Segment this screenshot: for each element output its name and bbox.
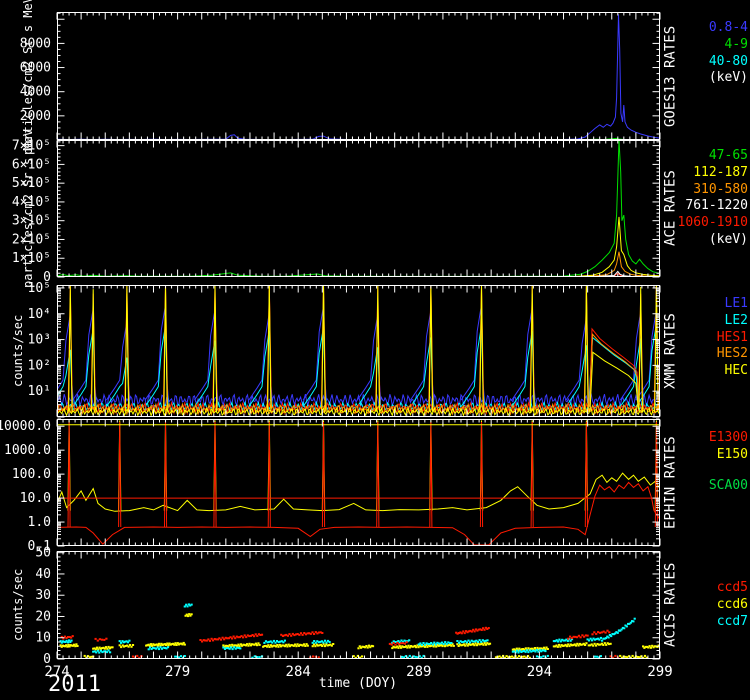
svg-text:10¹: 10¹ — [28, 384, 51, 399]
legend-entry: 1060-1910 — [676, 215, 748, 232]
acis-legend: ccd5ccd6ccd7 — [676, 580, 748, 630]
svg-text:50: 50 — [35, 546, 51, 561]
svg-text:279: 279 — [165, 664, 190, 680]
legend-entry: (keV) — [676, 70, 748, 87]
ace-y-axis-title: particles/cm2 Sr s MeV — [20, 140, 36, 277]
legend-entry: ccd7 — [676, 614, 748, 631]
svg-text:10²: 10² — [28, 358, 51, 373]
svg-text:100.0: 100.0 — [12, 467, 51, 482]
goes13-legend: 0.8-44-940-80(keV) — [676, 20, 748, 87]
x-axis-title: time (DOY) — [298, 676, 418, 691]
legend-entry: SCA00 — [676, 478, 748, 495]
legend-entry: HES2 — [676, 346, 748, 363]
legend-entry: 4-9 — [676, 37, 748, 54]
legend-entry: E150 — [676, 447, 748, 464]
goes13-rates-panel: 2000400060008000 — [57, 12, 660, 140]
legend-entry: ccd6 — [676, 597, 748, 614]
ace-rates-panel: 01×10⁵2×10⁵3×10⁵4×10⁵5×10⁵6×10⁵7×10⁵ — [57, 140, 660, 277]
svg-text:20: 20 — [35, 609, 51, 624]
ace-legend: 47-65112-187310-580761-12201060-1910(keV… — [676, 148, 748, 249]
svg-text:10000.0: 10000.0 — [0, 419, 51, 434]
legend-entry: 47-65 — [676, 148, 748, 165]
legend-entry: 761-1220 — [676, 198, 748, 215]
legend-entry: ccd5 — [676, 580, 748, 597]
goes13-y-axis-title: particles/cm2 Sr s MeV — [20, 12, 36, 140]
xmm-y-axis-title: counts/sec — [10, 285, 26, 417]
ephin-rates-panel: 0.11.010.0100.01000.010000.0 — [57, 419, 660, 546]
legend-entry: 112-187 — [676, 165, 748, 182]
legend-entry: HEC — [676, 363, 748, 380]
svg-text:1.0: 1.0 — [28, 515, 51, 530]
acis-rates-panel: 01020304050274279284289294299 — [57, 551, 660, 659]
legend-entry: 0.8-4 — [676, 20, 748, 37]
svg-text:10⁴: 10⁴ — [28, 307, 51, 322]
legend-entry: E1300 — [676, 430, 748, 447]
svg-text:10: 10 — [35, 631, 51, 646]
svg-text:10³: 10³ — [28, 333, 51, 348]
legend-entry: (keV) — [676, 232, 748, 249]
svg-text:30: 30 — [35, 588, 51, 603]
svg-text:299: 299 — [647, 664, 672, 680]
legend-entry: 40-80 — [676, 54, 748, 71]
year-label: 2011 — [48, 672, 101, 697]
legend-entry: 310-580 — [676, 182, 748, 199]
legend-entry: LE1 — [676, 296, 748, 313]
acis-y-axis-title: counts/sec — [10, 551, 26, 659]
legend-entry: HES1 — [676, 330, 748, 347]
svg-text:10.0: 10.0 — [20, 491, 51, 506]
ephin-legend: E1300E150 SCA00 — [676, 430, 748, 494]
svg-text:294: 294 — [527, 664, 552, 680]
svg-text:1000.0: 1000.0 — [4, 443, 51, 458]
legend-entry: LE2 — [676, 313, 748, 330]
xmm-legend: LE1LE2HES1HES2HEC — [676, 296, 748, 380]
svg-text:40: 40 — [35, 567, 51, 582]
radiation-monitor-figure: 2000400060008000 01×10⁵2×10⁵3×10⁵4×10⁵5×… — [0, 0, 750, 700]
xmm-rates-panel: 10¹10²10³10⁴10⁵ — [57, 285, 660, 417]
